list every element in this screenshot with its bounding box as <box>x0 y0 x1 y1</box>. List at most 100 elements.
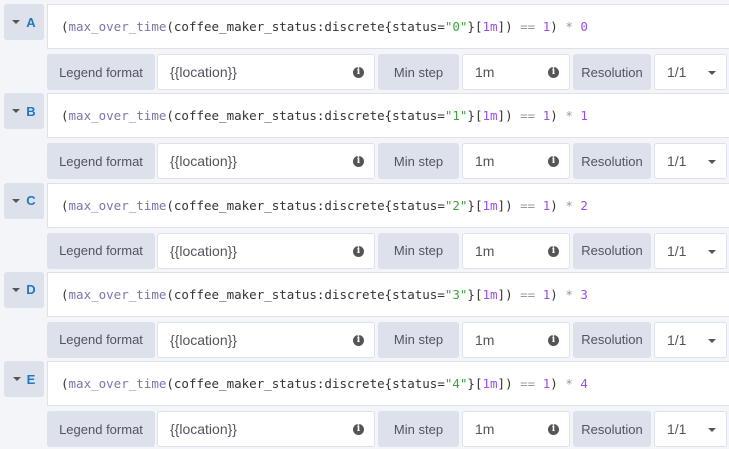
legend-format-input[interactable]: {{location}} i <box>157 54 375 90</box>
query-expression-editor[interactable]: (max_over_time(coffee_maker_status:discr… <box>47 271 729 317</box>
legend-format-input[interactable]: {{location}} i <box>157 143 375 180</box>
query-range: 1m <box>482 197 498 213</box>
caret-down-icon <box>12 287 21 292</box>
info-icon[interactable]: i <box>548 424 559 436</box>
resolution-value: 1/1 <box>667 242 687 259</box>
info-icon[interactable]: i <box>353 424 364 436</box>
query-label-value: "3" <box>444 286 468 302</box>
resolution-label: Resolution <box>573 54 651 90</box>
query-multiply-operator: * <box>565 286 573 302</box>
min-step-value: 1m <box>475 64 495 80</box>
resolution-select[interactable]: 1/1 <box>654 232 727 269</box>
query-multiply-operator: * <box>565 19 573 34</box>
query-collapse-toggle[interactable]: A <box>4 4 44 40</box>
resolution-select[interactable]: 1/1 <box>654 411 727 448</box>
legend-format-input[interactable]: {{location}} i <box>157 232 375 269</box>
query-metric: coffee_maker_status:discrete <box>173 376 385 392</box>
info-icon[interactable]: i <box>353 67 364 78</box>
min-step-label: Min step <box>378 143 459 180</box>
resolution-value: 1/1 <box>667 421 687 438</box>
query-operator: == <box>520 108 536 124</box>
resolution-select[interactable]: 1/1 <box>654 321 727 358</box>
query-expression-editor[interactable]: (max_over_time(coffee_maker_status:discr… <box>47 4 729 49</box>
resolution-value: 1/1 <box>667 64 687 80</box>
query-ref-id: C <box>26 193 36 209</box>
min-step-value: 1m <box>475 421 495 438</box>
query-multiply-operator: * <box>565 197 573 213</box>
info-icon[interactable]: i <box>548 156 559 168</box>
resolution-value: 1/1 <box>667 331 687 348</box>
legend-format-label: Legend format <box>47 232 155 269</box>
min-step-value: 1m <box>475 242 495 259</box>
query-collapse-toggle[interactable]: D <box>4 271 44 308</box>
info-icon[interactable]: i <box>548 67 559 78</box>
query-range: 1m <box>482 19 498 34</box>
query-row: C (max_over_time(coffee_maker_status:dis… <box>0 179 729 269</box>
legend-format-label: Legend format <box>47 54 155 90</box>
query-metric: coffee_maker_status:discrete <box>173 19 385 34</box>
query-range: 1m <box>482 108 498 124</box>
info-icon[interactable]: i <box>353 334 364 346</box>
legend-format-input[interactable]: {{location}} i <box>157 321 375 358</box>
query-operator: == <box>520 376 536 392</box>
query-compare-value: 1 <box>542 197 551 213</box>
query-label-key: status <box>392 108 438 124</box>
query-collapse-toggle[interactable]: C <box>4 182 44 219</box>
legend-format-label: Legend format <box>47 411 155 448</box>
query-metric: coffee_maker_status:discrete <box>173 108 385 124</box>
legend-format-value: {{location}} <box>170 242 237 259</box>
resolution-value: 1/1 <box>667 153 687 170</box>
info-icon[interactable]: i <box>353 156 364 168</box>
min-step-value: 1m <box>475 331 495 348</box>
resolution-select[interactable]: 1/1 <box>654 54 727 90</box>
query-range: 1m <box>482 286 498 302</box>
query-row: B (max_over_time(coffee_maker_status:dis… <box>0 89 729 180</box>
legend-format-label: Legend format <box>47 143 155 180</box>
min-step-input[interactable]: 1m i <box>462 143 570 180</box>
query-compare-value: 1 <box>542 19 551 34</box>
query-label-value: "0" <box>444 19 468 34</box>
query-row: E (max_over_time(coffee_maker_status:dis… <box>0 357 729 448</box>
legend-format-value: {{location}} <box>170 421 237 438</box>
info-icon[interactable]: i <box>548 245 559 257</box>
query-function: max_over_time <box>68 286 167 302</box>
min-step-label: Min step <box>378 411 459 448</box>
info-icon[interactable]: i <box>353 245 364 257</box>
legend-format-value: {{location}} <box>170 64 237 80</box>
query-expression-editor[interactable]: (max_over_time(coffee_maker_status:discr… <box>47 182 729 228</box>
query-expression-editor[interactable]: (max_over_time(coffee_maker_status:discr… <box>47 93 729 139</box>
query-function: max_over_time <box>68 19 167 34</box>
min-step-input[interactable]: 1m i <box>462 411 570 448</box>
query-row: D (max_over_time(coffee_maker_status:dis… <box>0 268 729 358</box>
min-step-input[interactable]: 1m i <box>462 321 570 358</box>
min-step-input[interactable]: 1m i <box>462 232 570 269</box>
chevron-down-icon <box>708 338 716 343</box>
legend-format-input[interactable]: {{location}} i <box>157 411 375 448</box>
query-compare-value: 1 <box>542 108 551 124</box>
query-options: Legend format {{location}} i Min step 1m i… <box>47 232 729 269</box>
query-options: Legend format {{location}} i Min step 1m i… <box>47 321 729 358</box>
query-label-key: status <box>392 286 438 302</box>
query-metric: coffee_maker_status:discrete <box>173 197 385 213</box>
query-expression-editor[interactable]: (max_over_time(coffee_maker_status:discr… <box>47 361 729 407</box>
legend-format-value: {{location}} <box>170 153 237 170</box>
min-step-label: Min step <box>378 321 459 358</box>
query-options: Legend format {{location}} i Min step 1m i… <box>47 54 729 90</box>
min-step-value: 1m <box>475 153 495 170</box>
query-operator: == <box>520 286 536 302</box>
query-collapse-toggle[interactable]: B <box>4 93 44 130</box>
info-icon[interactable]: i <box>548 334 559 346</box>
query-label-value: "1" <box>444 108 468 124</box>
resolution-select[interactable]: 1/1 <box>654 143 727 180</box>
query-multiplier: 1 <box>580 108 588 124</box>
legend-format-value: {{location}} <box>170 331 237 348</box>
resolution-label: Resolution <box>573 232 651 269</box>
query-multiply-operator: * <box>565 108 573 124</box>
query-multiplier: 0 <box>580 19 588 34</box>
query-metric: coffee_maker_status:discrete <box>173 286 385 302</box>
query-compare-value: 1 <box>542 286 551 302</box>
caret-down-icon <box>12 109 21 114</box>
query-collapse-toggle[interactable]: E <box>4 361 44 398</box>
min-step-input[interactable]: 1m i <box>462 54 570 90</box>
query-label-key: status <box>392 197 438 213</box>
